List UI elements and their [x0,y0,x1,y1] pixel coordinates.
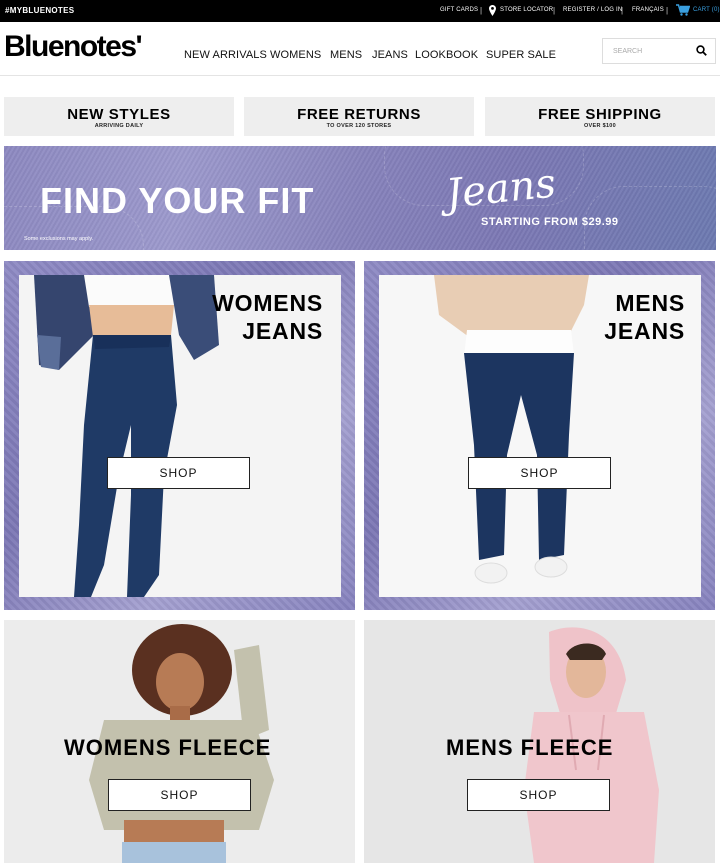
tile-womens-fleece[interactable]: WOMENS FLEECE SHOP [4,620,355,863]
nav-jeans[interactable]: JEANS [372,49,408,61]
site-header: Bluenotes' NEW ARRIVALS WOMENS MENS JEAN… [0,22,720,76]
separator: | [553,6,556,15]
tile-title: MENS FLEECE [446,735,614,760]
language-link[interactable]: FRANÇAIS [632,7,664,13]
promo-subtitle: TO OVER 120 STORES [326,123,392,129]
promo-subtitle: ARRIVING DAILY [94,123,144,129]
promo-free-shipping[interactable]: FREE SHIPPING OVER $100 [485,97,715,136]
search-icon[interactable] [696,45,707,56]
nav-lookbook[interactable]: LOOKBOOK [415,49,478,61]
nav-womens[interactable]: WOMENS [270,49,321,61]
hero-disclaimer: Some exclusions may apply. [24,236,94,242]
utility-bar: #MYBLUENOTES GIFT CARDS | STORE LOCATOR … [0,0,720,22]
tile-title-line1: WOMENS [212,290,323,316]
cart-link[interactable]: CART (0) [693,7,720,13]
bluenotes-logo[interactable]: Bluenotes' [4,30,143,64]
hero-headline: FIND YOUR FIT [40,180,315,221]
hashtag-link[interactable]: #MYBLUENOTES [5,6,74,15]
shopping-cart-icon[interactable] [676,4,690,16]
tile-title-line2: JEANS [604,318,685,344]
separator: | [621,6,624,15]
tile-title: MENS JEANS [604,289,685,345]
tile-mens-fleece[interactable]: MENS FLEECE SHOP [364,620,715,863]
shop-mens-jeans-button[interactable]: SHOP [468,457,611,489]
promo-free-returns[interactable]: FREE RETURNS TO OVER 120 STORES [244,97,474,136]
shop-mens-fleece-button[interactable]: SHOP [467,779,610,811]
shop-womens-jeans-button[interactable]: SHOP [107,457,250,489]
tile-title: WOMENS JEANS [212,289,323,345]
tile-title-line2: JEANS [242,318,323,344]
promo-subtitle: OVER $100 [583,123,617,129]
search-box [602,38,716,64]
tile-title-line1: MENS [615,290,685,316]
promo-title: FREE SHIPPING [538,106,662,123]
nav-mens[interactable]: MENS [330,49,362,61]
tile-womens-jeans[interactable]: WOMENS JEANS SHOP [4,261,355,610]
promo-new-styles[interactable]: NEW STYLES ARRIVING DAILY [4,97,234,136]
tile-mens-jeans[interactable]: MENS JEANS SHOP [364,261,715,610]
promo-title: FREE RETURNS [297,106,421,123]
hero-price: STARTING FROM $29.99 [481,216,619,228]
shop-womens-fleece-button[interactable]: SHOP [108,779,251,811]
tile-title: WOMENS FLEECE [64,735,272,760]
nav-super-sale[interactable]: SUPER SALE [486,49,556,61]
location-pin-icon[interactable] [489,5,496,16]
separator: | [480,6,483,15]
nav-new-arrivals[interactable]: NEW ARRIVALS [184,49,267,61]
gift-cards-link[interactable]: GIFT CARDS [440,7,478,13]
promo-title: NEW STYLES [67,106,171,123]
register-login-link[interactable]: REGISTER / LOG IN [563,7,622,13]
store-locator-link[interactable]: STORE LOCATOR [500,7,553,13]
separator: | [666,6,669,15]
hero-banner-find-your-fit[interactable]: FIND YOUR FIT Jeans STARTING FROM $29.99… [4,146,716,250]
search-input[interactable] [603,39,691,63]
